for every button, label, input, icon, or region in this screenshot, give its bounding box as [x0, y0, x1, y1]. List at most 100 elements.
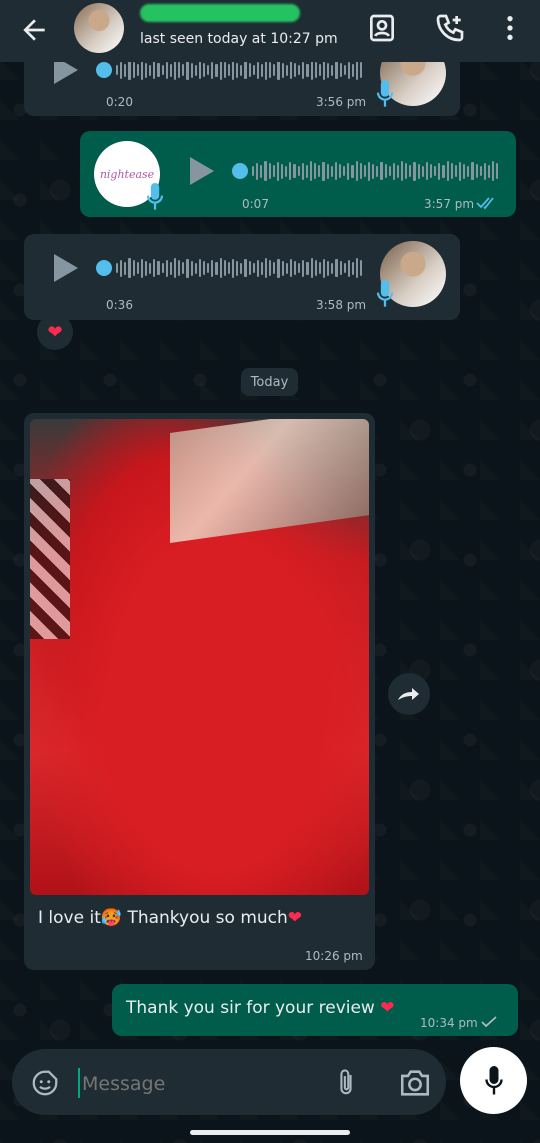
- waveform-bar: [280, 163, 284, 179]
- waveform-bar: [153, 259, 156, 277]
- playback-position[interactable]: [96, 62, 112, 78]
- waveform-bar: [360, 260, 363, 276]
- attach-icon[interactable]: [332, 1067, 360, 1099]
- message-input[interactable]: [80, 1066, 314, 1102]
- waveform-bar: [202, 63, 206, 77]
- mic-icon: [146, 183, 164, 210]
- waveform-bar: [252, 65, 255, 75]
- waveform-bar: [223, 260, 226, 276]
- waveform-bar: [120, 61, 123, 79]
- waveform-bar: [260, 164, 263, 178]
- waveform-bar: [331, 64, 334, 76]
- waveform-bar: [438, 162, 441, 180]
- waveform-bar: [310, 60, 313, 80]
- contact-avatar[interactable]: [74, 3, 124, 53]
- waveform-bar: [198, 61, 201, 79]
- play-icon[interactable]: [190, 157, 214, 185]
- waveform-bar: [116, 65, 119, 75]
- playback-position[interactable]: [96, 260, 112, 276]
- waveform-bar: [136, 262, 139, 274]
- waveform-bar: [330, 165, 333, 177]
- waveform-bar: [165, 61, 168, 79]
- chat-header: last seen today at 10:27 pm: [0, 0, 540, 62]
- heart-reaction[interactable]: ❤: [37, 314, 73, 350]
- waveform-bar: [240, 262, 243, 274]
- waveform-bar: [302, 61, 305, 79]
- waveform-bar: [380, 162, 383, 180]
- waveform-bar: [157, 63, 160, 77]
- waveform-bar: [372, 163, 375, 179]
- waveform-bar: [140, 60, 143, 80]
- message-text: Thank you sir for your review ❤: [126, 998, 395, 1018]
- waveform-bar: [240, 64, 243, 76]
- add-call-icon[interactable]: [434, 12, 466, 44]
- waveform-bar: [459, 161, 462, 181]
- message-time: 10:34 pm: [420, 1016, 478, 1030]
- waveform-bar: [306, 261, 309, 275]
- more-vert-icon[interactable]: [494, 12, 526, 44]
- waveform-bar: [285, 165, 288, 177]
- message-time: 3:57 pm: [424, 197, 475, 211]
- waveform-bar: [442, 164, 445, 178]
- voice-message[interactable]: nightease 0:07 3:57 pm: [80, 131, 516, 217]
- mic-icon: [376, 280, 394, 307]
- playback-position[interactable]: [232, 163, 248, 179]
- waveform-bar: [186, 60, 189, 80]
- waveform-bar: [211, 259, 214, 277]
- waveform-bar: [343, 263, 346, 273]
- waveform-bar: [467, 165, 470, 177]
- waveform-bar: [305, 164, 308, 178]
- waveform-bar: [265, 258, 268, 278]
- waveform-bar: [269, 260, 272, 276]
- voice-record-button[interactable]: [460, 1047, 527, 1114]
- home-indicator: [190, 1130, 350, 1135]
- waveform-bar: [190, 62, 193, 78]
- waveform-bar: [318, 165, 321, 177]
- waveform-bar: [227, 262, 230, 274]
- waveform-bar: [322, 161, 325, 181]
- waveform-bar: [294, 63, 297, 77]
- waveform-bar: [327, 260, 330, 276]
- waveform-bar: [169, 63, 172, 77]
- waveform-bar: [128, 258, 131, 278]
- waveform-bar: [248, 63, 251, 77]
- waveform-bar: [298, 65, 301, 75]
- waveform-bar: [297, 166, 300, 176]
- forward-icon: [398, 688, 419, 700]
- waveform-bar: [173, 60, 177, 80]
- image-caption: I love it🥵 Thankyou so much❤: [38, 908, 303, 928]
- waveform-bar: [356, 258, 359, 278]
- back-arrow-icon[interactable]: [18, 14, 50, 46]
- sticker-icon[interactable]: [30, 1068, 60, 1098]
- product-photo[interactable]: [30, 419, 369, 895]
- waveform-bar: [140, 258, 143, 278]
- forward-button[interactable]: [388, 673, 430, 715]
- waveform-bar: [207, 263, 210, 273]
- waveform[interactable]: [252, 159, 499, 183]
- waveform-bar: [120, 259, 123, 277]
- waveform-bar: [331, 262, 334, 274]
- waveform-bar: [450, 163, 453, 179]
- waveform-bar: [269, 62, 272, 78]
- play-icon[interactable]: [54, 254, 78, 282]
- waveform-bar: [463, 163, 466, 179]
- contact-name-redacted[interactable]: [140, 4, 300, 22]
- waveform-bar: [273, 262, 276, 274]
- waveform-bar: [236, 62, 239, 78]
- voice-message[interactable]: 0:36 3:58 pm: [24, 234, 460, 320]
- waveform-bar: [417, 163, 420, 179]
- waveform-bar: [248, 261, 251, 275]
- camera-icon[interactable]: [398, 1067, 432, 1099]
- contact-card-icon[interactable]: [366, 12, 398, 44]
- waveform-bar: [318, 262, 322, 274]
- waveform-bar: [256, 61, 259, 79]
- waveform[interactable]: [116, 256, 363, 280]
- waveform-bar: [454, 165, 458, 177]
- waveform-bar: [492, 161, 495, 181]
- double-check-icon: [476, 197, 494, 210]
- waveform-bar: [355, 161, 358, 181]
- waveform-bar: [310, 258, 313, 278]
- waveform-bar: [285, 262, 288, 274]
- waveform-bar: [136, 64, 139, 76]
- waveform-bar: [252, 166, 255, 176]
